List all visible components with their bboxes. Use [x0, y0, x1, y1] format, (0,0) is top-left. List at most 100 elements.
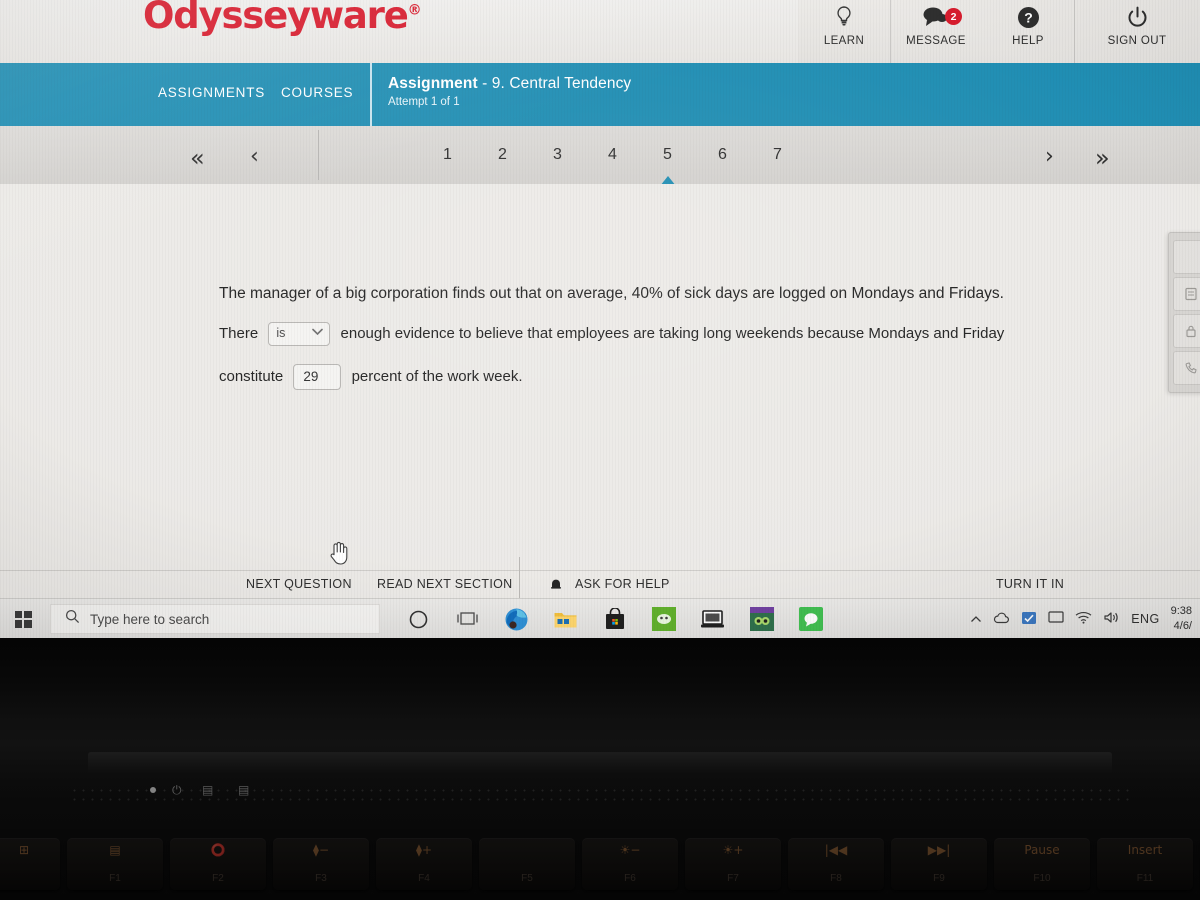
- green-app-icon[interactable]: [639, 599, 688, 638]
- header-tool-label: LEARN: [823, 35, 865, 47]
- green-chat-app-icon[interactable]: [786, 599, 835, 638]
- phone-icon[interactable]: [1173, 351, 1200, 385]
- keyboard-key: ▶▶| F9: [891, 838, 987, 890]
- question-circle-icon: ?: [1017, 2, 1040, 32]
- task-view-icon[interactable]: [443, 599, 492, 638]
- battery-glyph-icon: ▤: [202, 783, 214, 797]
- header-tool-message[interactable]: 2 MESSAGE: [890, 0, 982, 63]
- tray-app-icon[interactable]: [1021, 611, 1037, 628]
- cloud-icon[interactable]: [993, 612, 1010, 627]
- key-fn-glyph: Pause: [1024, 843, 1060, 857]
- search-input[interactable]: Type here to search: [50, 604, 380, 634]
- pager-next-button[interactable]: ›: [1045, 144, 1054, 169]
- pager-numbers: 1 2 3 4 5 6 7: [420, 126, 805, 186]
- lock-icon[interactable]: [1173, 314, 1200, 348]
- navbar-right-cap: [1164, 63, 1200, 126]
- key-fn-glyph: ⧫−: [313, 843, 329, 857]
- keyboard-function-row: ⊞ ▤ F1 ⭕ F2 ⧫− F3 ⧫+ F4 F5 ☀− F6 ☀+ F7 |◀◀ F8 ▶▶| F9 Pause…: [0, 838, 1200, 894]
- key-label: F3: [315, 873, 327, 884]
- laptop-app-icon[interactable]: [688, 599, 737, 638]
- frog-app-icon[interactable]: [737, 599, 786, 638]
- header-tool-learn[interactable]: LEARN: [798, 0, 890, 63]
- pager-number[interactable]: 6: [695, 146, 750, 164]
- question-action-bar: NEXT QUESTION READ NEXT SECTION ASK FOR …: [0, 557, 1200, 601]
- header-tool-label: HELP: [1012, 35, 1044, 47]
- action-divider: [519, 557, 520, 601]
- cortana-circle-icon[interactable]: [394, 599, 443, 638]
- file-explorer-icon[interactable]: [541, 599, 590, 638]
- key-label: F11: [1136, 873, 1154, 884]
- line2-prefix: There: [219, 324, 259, 342]
- select-percent-dropdown[interactable]: 29: [293, 364, 342, 390]
- keyboard-key: ☀+ F7: [685, 838, 781, 890]
- pager-prev-button[interactable]: ‹: [250, 144, 259, 169]
- assignment-attempt: Attempt 1 of 1: [388, 96, 460, 108]
- ask-for-help-button[interactable]: ASK FOR HELP: [575, 577, 670, 591]
- note-icon[interactable]: [1173, 277, 1200, 311]
- message-badge: 2: [945, 8, 962, 25]
- nav-courses[interactable]: COURSES: [281, 85, 353, 100]
- power-led: [150, 787, 156, 793]
- key-fn-glyph: ⊞: [18, 843, 30, 857]
- next-question-button[interactable]: NEXT QUESTION: [246, 577, 352, 591]
- clock-date: 4/6/: [1173, 620, 1192, 632]
- keyboard-key: F5: [479, 838, 575, 890]
- wifi-icon[interactable]: [1075, 611, 1092, 627]
- speech-bubble-icon: 2: [919, 2, 962, 32]
- keyboard-key: ▤ F1: [67, 838, 163, 890]
- turn-it-in-button[interactable]: TURN IT IN: [996, 577, 1064, 591]
- edge-browser-icon[interactable]: [492, 599, 541, 638]
- key-label: F7: [727, 873, 739, 884]
- key-label: F8: [830, 873, 842, 884]
- pager-number[interactable]: 1: [420, 146, 475, 164]
- monitor-icon[interactable]: [1048, 611, 1064, 627]
- volume-icon[interactable]: [1103, 611, 1120, 627]
- line3-suffix: percent of the work week.: [351, 367, 523, 385]
- header-tool-signout[interactable]: SIGN OUT: [1074, 0, 1200, 63]
- app-header: Odysseyware® LEARN 2 MESSAGE ? HELP SIGN…: [0, 0, 1200, 63]
- pager-first-button[interactable]: «: [190, 144, 205, 172]
- tray-chevron-up-icon[interactable]: [970, 612, 982, 627]
- pager-last-button[interactable]: »: [1095, 144, 1110, 172]
- nav-assignments[interactable]: ASSIGNMENTS: [158, 85, 265, 100]
- header-tools: LEARN 2 MESSAGE ? HELP SIGN OUT: [798, 0, 1200, 63]
- power-icon: [1126, 2, 1149, 32]
- keyboard-key: ⊞: [0, 838, 60, 890]
- pager-number-current[interactable]: 5: [640, 146, 695, 186]
- keyboard-key: ⭕ F2: [170, 838, 266, 890]
- question-body: The manager of a big corporation finds o…: [0, 184, 1200, 638]
- key-label: F2: [212, 873, 224, 884]
- question-prompt: The manager of a big corporation finds o…: [219, 285, 1004, 302]
- question-pager: « ‹ 1 2 3 4 5 6 7 › »: [0, 126, 1200, 186]
- bell-icon: [549, 577, 563, 591]
- keyboard-key: |◀◀ F8: [788, 838, 884, 890]
- key-label: F6: [624, 873, 636, 884]
- key-label: F10: [1033, 873, 1051, 884]
- clock[interactable]: 9:38 4/6/: [1171, 604, 1194, 634]
- pager-number[interactable]: 3: [530, 146, 585, 164]
- language-indicator[interactable]: ENG: [1131, 612, 1159, 626]
- svg-text:?: ?: [1024, 9, 1033, 25]
- windows-start-icon[interactable]: [0, 599, 46, 638]
- read-next-section-button[interactable]: READ NEXT SECTION: [377, 577, 512, 591]
- key-fn-glyph: Insert: [1127, 843, 1163, 857]
- blank-icon[interactable]: [1173, 240, 1200, 274]
- select-is-dropdown[interactable]: is: [268, 322, 331, 346]
- lightbulb-icon: [834, 2, 854, 32]
- power-glyph-icon: ⏻: [172, 783, 182, 797]
- line2-suffix: enough evidence to believe that employee…: [340, 324, 1005, 342]
- header-tool-help[interactable]: ? HELP: [982, 0, 1074, 63]
- pager-number[interactable]: 2: [475, 146, 530, 164]
- odysseyware-logo: Odysseyware®: [143, 0, 422, 37]
- assignment-title: Assignment - 9. Central Tendency: [388, 75, 632, 92]
- key-fn-glyph: ☀+: [722, 843, 744, 857]
- keyboard-key: Insert F11: [1097, 838, 1193, 890]
- laptop-body: ⏻ ▤ ▤ ⊞ ▤ F1 ⭕ F2 ⧫− F3 ⧫+ F4 F5 ☀− F6 ☀+ F7 |◀◀ F8 ▶▶| F…: [0, 638, 1200, 900]
- pager-number[interactable]: 4: [585, 146, 640, 164]
- keyboard-key: ⧫− F3: [273, 838, 369, 890]
- assignment-info: Assignment - 9. Central Tendency Attempt…: [370, 63, 632, 126]
- microsoft-store-icon[interactable]: [590, 599, 639, 638]
- system-tray: ENG 9:38 4/6/: [970, 604, 1200, 634]
- browser-page: Odysseyware® LEARN 2 MESSAGE ? HELP SIGN…: [0, 0, 1200, 638]
- pager-number[interactable]: 7: [750, 146, 805, 164]
